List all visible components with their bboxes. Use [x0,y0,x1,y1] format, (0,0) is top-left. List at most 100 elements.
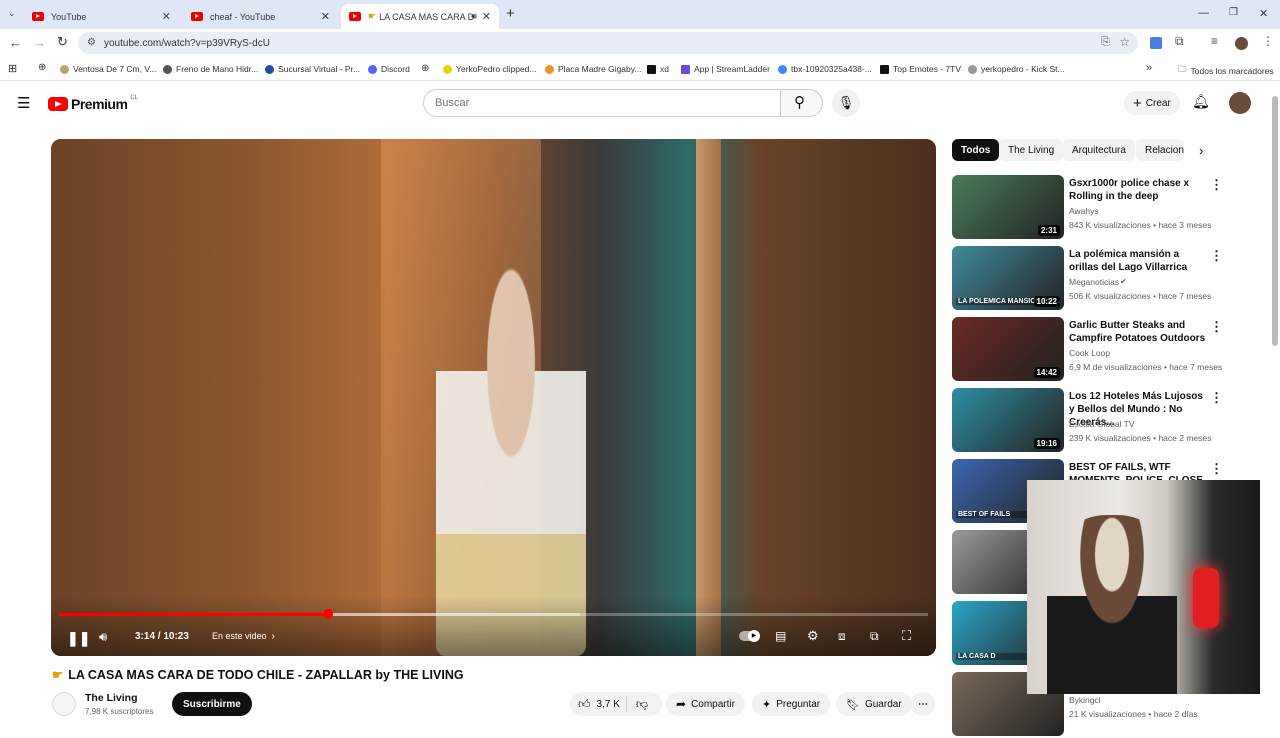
profile-avatar-icon[interactable] [1235,37,1248,50]
video-thumbnail[interactable]: 2:31 [952,175,1064,239]
channel-name[interactable]: Meganoticias [1069,277,1119,287]
close-tab-icon[interactable]: ✕ [162,10,171,23]
more-options-icon[interactable]: ⋮ [1210,177,1223,193]
bookmark-item[interactable]: yerkopedro - Kick St... [968,64,1065,74]
bookmark-item[interactable]: Ventosa De 7 Cm, V... [60,64,156,74]
restore-window-icon[interactable]: ❐ [1229,7,1238,18]
channel-avatar[interactable] [52,692,76,716]
globe-icon[interactable]: ⊕ [38,62,46,73]
video-title[interactable]: La polémica mansión a orillas del Lago V… [1069,248,1209,274]
more-options-icon[interactable]: ⋮ [1210,461,1223,477]
apps-grid-icon[interactable]: ⊞ [8,62,17,75]
translate-extension-icon[interactable] [1150,37,1162,49]
video-player[interactable]: ❚❚ 🔊︎ 3:14 / 10:23 En este video › ▶ ▤ ⚙ … [51,139,936,656]
bookmark-item[interactable]: Sucursal Virtual - Pr... [265,64,360,74]
browser-tab-active[interactable]: ☛ LA CASA MAS CARA D 🔊︎ ✕ [341,4,499,29]
fullscreen-icon[interactable]: ⛶ [902,628,911,644]
dislike-button[interactable]: 👎︎ [627,697,657,712]
more-options-icon[interactable]: ⋮ [1210,319,1223,335]
tab-list-chevron-icon[interactable]: ⌄ [8,8,16,19]
chapter-button[interactable]: En este video › [204,626,283,646]
audio-playing-icon[interactable]: 🔊︎ [471,11,477,22]
cast-icon[interactable]: ⧉ [870,629,879,644]
progress-bar[interactable] [59,609,928,619]
recommended-video[interactable]: 14:42 Garlic Butter Steaks and Campfire P… [952,317,1272,383]
search-button[interactable]: ⚲ [781,89,823,117]
bookmark-item[interactable]: App | StreamLadder [681,64,770,74]
channel-name[interactable]: Cook Loop [1069,348,1110,358]
back-arrow-icon[interactable]: ← [9,35,22,50]
subtitles-icon[interactable]: ▤ [775,629,786,643]
url-field[interactable]: ⚙ youtube.com/watch?v=p39VRyS-dcU ⎘ ☆ [78,32,1138,54]
all-bookmarks-folder[interactable]: 🗀︎ Todos los marcadores [1178,64,1274,78]
video-thumbnail[interactable]: LA POLÉMICA MANSIÓN EN LAGO VILLARRI10:2… [952,246,1064,310]
video-thumbnail[interactable]: 14:42 [952,317,1064,381]
bookmark-item[interactable]: Placa Madre Gigaby... [545,64,641,74]
bookmark-item[interactable]: Freno de Mano Hidr... [163,64,258,74]
video-title[interactable]: Garlic Butter Steaks and Campfire Potato… [1069,319,1209,345]
reload-icon[interactable]: ↻ [57,34,68,50]
notifications-bell-icon[interactable]: 🔔︎ [1192,93,1210,110]
ask-button[interactable]: ✦ Preguntar [752,692,831,716]
recommended-video[interactable]: LA POLÉMICA MANSIÓN EN LAGO VILLARRI10:2… [952,246,1272,312]
more-options-icon[interactable]: ⋮ [1210,390,1223,406]
bookmark-favicon-icon [163,64,172,74]
bookmark-star-icon[interactable]: ☆ [1119,35,1130,49]
close-window-icon[interactable]: ✕ [1259,7,1268,20]
chip-arquitectura[interactable]: Arquitectura [1063,139,1135,161]
recommended-video[interactable]: 19:16 Los 12 Hoteles Más Lujosos y Bellos… [952,388,1272,454]
voice-search-button[interactable]: 🎙︎ [832,89,860,117]
more-options-icon[interactable]: ⋮ [1210,248,1223,264]
channel-name[interactable]: Bykingcl [1069,695,1101,705]
autoplay-toggle[interactable]: ▶ [739,630,760,642]
subscribe-button[interactable]: Suscribirme [172,692,252,716]
channel-name[interactable]: Awahys [1069,206,1099,216]
close-tab-icon[interactable]: ✕ [321,10,330,23]
volume-icon[interactable]: 🔊︎ [99,629,107,645]
share-button[interactable]: ➦ Compartir [666,692,745,716]
close-tab-icon[interactable]: ✕ [482,10,491,23]
browser-menu-icon[interactable]: ⋮ [1262,34,1274,48]
youtube-logo[interactable]: Premium CL [48,95,138,112]
video-thumbnail[interactable]: 19:16 [952,388,1064,452]
miniplayer-icon[interactable]: ⧈ [838,629,846,644]
save-button[interactable]: 🔖︎ Guardar [836,692,912,716]
media-controls-icon[interactable]: ≡ [1211,34,1218,48]
browser-tab-youtube[interactable]: YouTube ✕ [24,4,179,29]
channel-name[interactable]: Escala Global TV [1069,419,1135,429]
more-actions-button[interactable]: ⋯ [911,692,935,716]
more-bookmarks-chevron-icon[interactable]: » [1146,62,1152,74]
install-app-icon[interactable]: ⎘ [1101,36,1110,49]
recommended-video[interactable]: 2:31 Gsxr1000r police chase x Rolling in … [952,175,1272,241]
forward-arrow-icon[interactable]: → [33,35,46,50]
new-tab-button[interactable]: + [506,5,515,22]
minimize-window-icon[interactable]: — [1198,7,1209,19]
video-title[interactable]: Gsxr1000r police chase x Rolling in the … [1069,177,1209,203]
hamburger-menu-icon[interactable]: ☰ [17,94,30,112]
youtube-play-logo-icon [48,97,68,111]
search-input[interactable]: Buscar [423,89,781,117]
page-scrollbar[interactable] [1272,88,1278,720]
account-avatar[interactable] [1229,92,1251,114]
like-button[interactable]: 👍︎ 3,7 K [570,696,627,712]
chip-todos[interactable]: Todos [952,139,1000,161]
site-info-icon[interactable]: ⚙ [87,37,96,48]
channel-name[interactable]: The Living [85,692,138,704]
controls-gradient [51,596,936,656]
chip-the-living[interactable]: The Living [999,139,1064,161]
pause-icon[interactable]: ❚❚ [67,630,90,647]
browser-tab-cheaf[interactable]: cheaf - YouTube ✕ [183,4,338,29]
globe-icon[interactable]: ⊕ [421,63,429,74]
create-button[interactable]: + Crear [1124,91,1180,115]
extensions-puzzle-icon[interactable]: ⧉ [1175,34,1184,49]
bookmark-favicon-icon [443,64,452,74]
settings-gear-icon[interactable]: ⚙ [807,628,819,644]
bookmark-item[interactable]: YerkoPedro clipped... [443,64,537,74]
bookmark-item[interactable]: Discord [368,64,410,74]
bookmark-item[interactable]: xd [647,64,669,74]
scrollbar-thumb[interactable] [1272,96,1278,346]
chip-relacionados[interactable]: Relaciona [1136,139,1184,161]
bookmark-item[interactable]: tbx-10920325a438-... [778,64,872,74]
chips-next-chevron-icon[interactable]: › [1199,143,1203,158]
bookmark-item[interactable]: Top Emotes - 7TV [880,64,961,74]
